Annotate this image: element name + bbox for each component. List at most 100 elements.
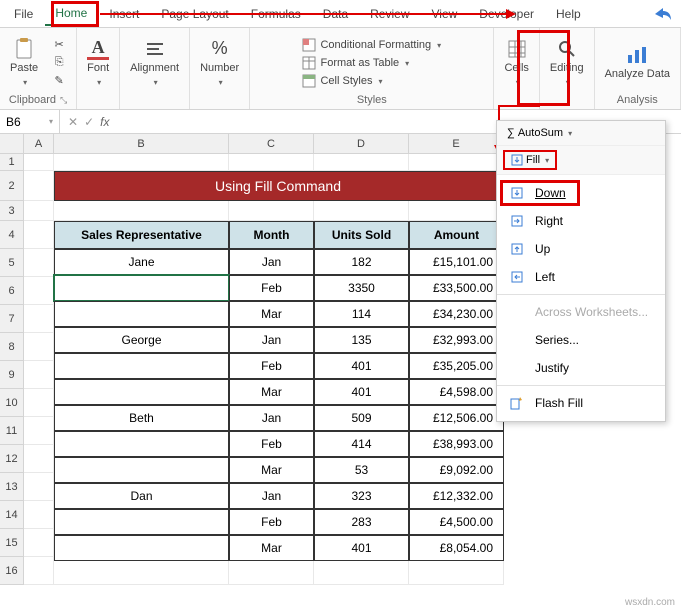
menu-fill-right[interactable]: Right bbox=[497, 207, 665, 235]
table-cell[interactable]: Mar bbox=[229, 301, 314, 327]
cell[interactable] bbox=[24, 171, 54, 201]
table-cell[interactable]: £15,101.00 bbox=[409, 249, 504, 275]
row-header[interactable]: 8 bbox=[0, 333, 24, 361]
table-cell[interactable]: 283 bbox=[314, 509, 409, 535]
tab-insert[interactable]: Insert bbox=[99, 3, 149, 25]
tab-data[interactable]: Data bbox=[313, 3, 358, 25]
table-cell[interactable] bbox=[54, 431, 229, 457]
table-cell[interactable] bbox=[54, 379, 229, 405]
alignment-button[interactable]: Alignment bbox=[126, 36, 183, 90]
row-header[interactable]: 12 bbox=[0, 445, 24, 473]
table-cell[interactable]: 323 bbox=[314, 483, 409, 509]
row-header[interactable]: 3 bbox=[0, 201, 24, 221]
menu-flash-fill[interactable]: Flash Fill bbox=[497, 389, 665, 417]
cell[interactable] bbox=[24, 361, 54, 389]
row-header[interactable]: 13 bbox=[0, 473, 24, 501]
row-header[interactable]: 7 bbox=[0, 305, 24, 333]
table-cell[interactable]: 414 bbox=[314, 431, 409, 457]
cell[interactable] bbox=[24, 417, 54, 445]
cell[interactable] bbox=[24, 529, 54, 557]
cell[interactable] bbox=[229, 557, 314, 585]
table-cell[interactable]: Jan bbox=[229, 249, 314, 275]
cell[interactable] bbox=[229, 154, 314, 171]
table-cell[interactable]: Feb bbox=[229, 275, 314, 301]
table-cell[interactable]: 3350 bbox=[314, 275, 409, 301]
row-header[interactable]: 4 bbox=[0, 221, 24, 249]
table-cell[interactable]: Jan bbox=[229, 405, 314, 431]
format-painter-button[interactable]: ✎ bbox=[48, 73, 70, 89]
table-cell[interactable]: Mar bbox=[229, 379, 314, 405]
conditional-formatting-button[interactable]: Conditional Formatting bbox=[298, 37, 445, 53]
name-box[interactable]: B6▾ bbox=[0, 110, 60, 133]
table-cell[interactable]: £12,506.00 bbox=[409, 405, 504, 431]
row-header[interactable]: 6 bbox=[0, 277, 24, 305]
table-cell[interactable]: Jan bbox=[229, 327, 314, 353]
tab-formulas[interactable]: Formulas bbox=[241, 3, 311, 25]
cell[interactable] bbox=[24, 221, 54, 249]
tab-home[interactable]: Home bbox=[45, 2, 97, 26]
cell[interactable] bbox=[24, 389, 54, 417]
table-cell[interactable]: Jane bbox=[54, 249, 229, 275]
table-cell[interactable]: Dan bbox=[54, 483, 229, 509]
row-header[interactable]: 11 bbox=[0, 417, 24, 445]
analyze-data-button[interactable]: Analyze Data bbox=[601, 42, 674, 82]
table-cell[interactable]: £4,598.00 bbox=[409, 379, 504, 405]
cut-button[interactable]: ✂ bbox=[48, 37, 70, 53]
tab-view[interactable]: View bbox=[422, 3, 468, 25]
table-cell[interactable]: £8,054.00 bbox=[409, 535, 504, 561]
table-cell[interactable] bbox=[54, 353, 229, 379]
col-header[interactable]: A bbox=[24, 134, 54, 154]
share-icon[interactable] bbox=[649, 3, 677, 25]
table-header[interactable]: Sales Representative bbox=[54, 221, 229, 249]
table-cell[interactable]: £32,993.00 bbox=[409, 327, 504, 353]
autosum-button[interactable]: ∑AutoSum bbox=[503, 125, 576, 141]
copy-button[interactable]: ⎘ bbox=[48, 55, 70, 71]
table-header[interactable]: Month bbox=[229, 221, 314, 249]
row-header[interactable]: 2 bbox=[0, 171, 24, 201]
table-header[interactable]: Units Sold bbox=[314, 221, 409, 249]
table-cell[interactable]: Mar bbox=[229, 535, 314, 561]
table-cell[interactable]: Mar bbox=[229, 457, 314, 483]
tab-review[interactable]: Review bbox=[360, 3, 419, 25]
table-cell[interactable]: Beth bbox=[54, 405, 229, 431]
cell-styles-button[interactable]: Cell Styles bbox=[298, 73, 445, 89]
table-cell[interactable]: 509 bbox=[314, 405, 409, 431]
table-cell[interactable]: 401 bbox=[314, 353, 409, 379]
select-all-cell[interactable] bbox=[0, 134, 24, 154]
enter-icon[interactable]: ✓ bbox=[84, 115, 94, 129]
table-cell[interactable] bbox=[54, 301, 229, 327]
number-button[interactable]: % Number bbox=[196, 36, 243, 90]
cell[interactable] bbox=[314, 154, 409, 171]
cell[interactable] bbox=[54, 154, 229, 171]
table-cell[interactable] bbox=[54, 275, 229, 301]
table-cell[interactable] bbox=[54, 509, 229, 535]
cell[interactable] bbox=[24, 333, 54, 361]
col-header[interactable]: D bbox=[314, 134, 409, 154]
row-header[interactable]: 16 bbox=[0, 557, 24, 585]
menu-fill-left[interactable]: Left bbox=[497, 263, 665, 291]
table-cell[interactable]: 182 bbox=[314, 249, 409, 275]
cell[interactable] bbox=[24, 201, 54, 221]
table-header[interactable]: Amount bbox=[409, 221, 504, 249]
cancel-icon[interactable]: ✕ bbox=[68, 115, 78, 129]
table-cell[interactable]: £38,993.00 bbox=[409, 431, 504, 457]
editing-button[interactable]: Editing bbox=[546, 36, 588, 90]
cell[interactable] bbox=[409, 154, 504, 171]
cell[interactable] bbox=[54, 557, 229, 585]
table-cell[interactable]: £12,332.00 bbox=[409, 483, 504, 509]
tab-file[interactable]: File bbox=[4, 3, 43, 25]
cell[interactable] bbox=[24, 501, 54, 529]
table-cell[interactable]: Feb bbox=[229, 509, 314, 535]
table-cell[interactable]: 53 bbox=[314, 457, 409, 483]
table-cell[interactable]: £34,230.00 bbox=[409, 301, 504, 327]
col-header[interactable]: C bbox=[229, 134, 314, 154]
menu-fill-up[interactable]: Up bbox=[497, 235, 665, 263]
cell[interactable] bbox=[24, 154, 54, 171]
cell[interactable] bbox=[409, 557, 504, 585]
fx-icon[interactable]: fx bbox=[100, 115, 109, 129]
tab-help[interactable]: Help bbox=[546, 3, 591, 25]
cell[interactable] bbox=[314, 557, 409, 585]
cell[interactable] bbox=[24, 557, 54, 585]
menu-fill-down[interactable]: Down bbox=[497, 179, 665, 207]
table-cell[interactable]: £9,092.00 bbox=[409, 457, 504, 483]
